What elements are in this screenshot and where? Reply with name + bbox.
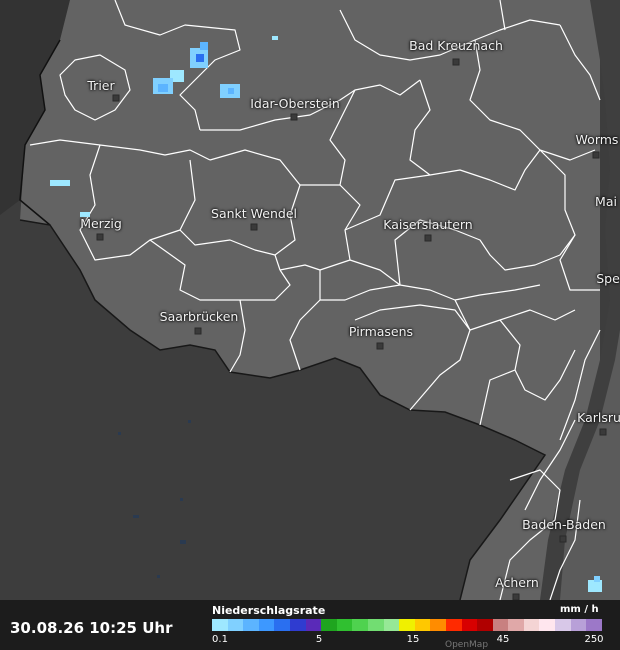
legend-swatch-13	[414, 619, 431, 631]
legend-tick-250: 250	[584, 634, 604, 645]
legend-swatch-11	[383, 619, 400, 631]
city-dot-worms	[592, 151, 600, 159]
city-label-speyer[interactable]: Spe	[596, 271, 620, 286]
city-label-mainz[interactable]: Mai	[595, 194, 617, 209]
city-dot-kaiserslautern	[424, 234, 432, 242]
city-dot-bad-kreuznach	[452, 58, 460, 66]
city-dot-idar-oberstein	[290, 113, 298, 121]
legend-swatch-17	[477, 619, 493, 631]
radar-timestamp: 30.08.26 10:25 Uhr	[10, 619, 173, 637]
legend-swatch-0	[212, 619, 228, 631]
city-label-bad-kreuznach[interactable]: Bad Kreuznach	[409, 38, 503, 53]
legend-swatch-8	[336, 619, 353, 631]
legend-swatch-1	[227, 619, 244, 631]
city-dot-sankt-wendel	[250, 223, 258, 231]
city-dot-karlsruhe	[599, 428, 607, 436]
city-label-kaiserslautern[interactable]: Kaiserslautern	[383, 217, 472, 232]
city-label-sankt-wendel[interactable]: Sankt Wendel	[211, 206, 297, 221]
city-dot-merzig	[96, 233, 104, 241]
legend-swatch-3	[258, 619, 275, 631]
map-attribution: OpenMap	[445, 640, 489, 650]
legend-tick-15: 15	[406, 634, 420, 645]
precipitation-color-scale	[212, 619, 602, 631]
legend-swatch-16	[461, 619, 478, 631]
legend-swatch-14	[430, 619, 446, 631]
legend-tick-45: 45	[496, 634, 510, 645]
legend-swatch-18	[492, 619, 509, 631]
legend-swatch-21	[539, 619, 556, 631]
legend-tick-5: 5	[315, 634, 323, 645]
city-label-pirmasens[interactable]: Pirmasens	[349, 324, 413, 339]
legend-swatch-24	[586, 619, 602, 631]
city-label-karlsruhe[interactable]: Karlsru	[577, 410, 620, 425]
legend-swatch-12	[399, 619, 415, 631]
city-label-worms[interactable]: Worms	[576, 132, 619, 147]
city-dot-trier	[112, 94, 120, 102]
legend-swatch-4	[274, 619, 290, 631]
legend-tick-0-1: 0.1	[212, 634, 228, 645]
city-label-saarbruecken[interactable]: Saarbrücken	[160, 309, 239, 324]
legend-title: Niederschlagsrate	[212, 604, 326, 617]
legend-swatch-6	[305, 619, 322, 631]
city-dot-saarbruecken	[194, 327, 202, 335]
city-label-idar-oberstein[interactable]: Idar-Oberstein	[250, 96, 340, 111]
legend-swatch-5	[289, 619, 306, 631]
legend-swatch-2	[243, 619, 259, 631]
city-label-baden-baden[interactable]: Baden-Baden	[522, 517, 606, 532]
legend-swatch-7	[321, 619, 337, 631]
city-dot-pirmasens	[376, 342, 384, 350]
legend-swatch-23	[570, 619, 587, 631]
city-dot-baden-baden	[559, 535, 567, 543]
city-label-trier[interactable]: Trier	[87, 78, 114, 93]
legend-swatch-19	[508, 619, 524, 631]
legend-unit: mm / h	[560, 604, 599, 615]
city-label-merzig[interactable]: Merzig	[80, 216, 122, 231]
legend-swatch-22	[555, 619, 571, 631]
legend-swatch-15	[445, 619, 462, 631]
legend-swatch-9	[352, 619, 368, 631]
city-label-achern[interactable]: Achern	[495, 575, 539, 590]
legend-swatch-10	[367, 619, 384, 631]
legend-swatch-20	[523, 619, 540, 631]
